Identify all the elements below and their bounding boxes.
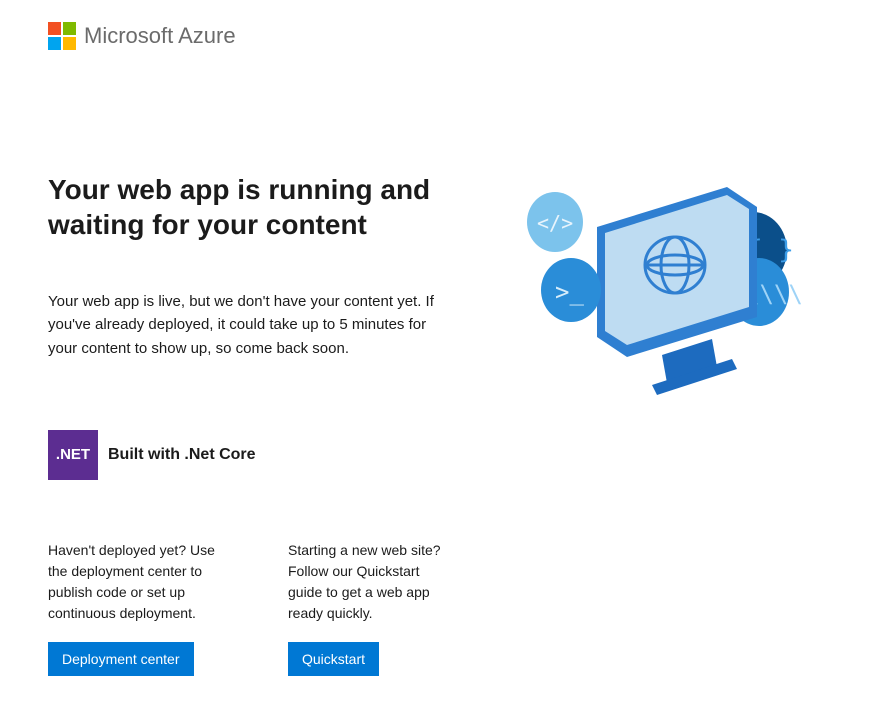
main-content: Your web app is running and waiting for … xyxy=(0,172,880,676)
dotnet-badge-icon: .NET xyxy=(48,430,98,480)
built-with-block: .NET Built with .Net Core xyxy=(48,430,452,480)
microsoft-logo-icon xyxy=(48,22,76,50)
hero-illustration: { } \\\\ xyxy=(492,172,832,676)
page-description: Your web app is live, but we don't have … xyxy=(48,290,452,360)
built-with-label: Built with .Net Core xyxy=(108,446,256,464)
header-bar: Microsoft Azure xyxy=(0,0,880,72)
deployment-card: Haven't deployed yet? Use the deployment… xyxy=(48,540,228,676)
svg-text:>_: >_ xyxy=(555,278,584,306)
quickstart-card-text: Starting a new web site? Follow our Quic… xyxy=(288,540,452,624)
brand-title: Microsoft Azure xyxy=(84,23,236,49)
svg-text:</>: </> xyxy=(537,211,573,235)
deployment-center-button[interactable]: Deployment center xyxy=(48,642,194,676)
monitor-globe-icon: { } \\\\ xyxy=(507,182,817,402)
deployment-card-text: Haven't deployed yet? Use the deployment… xyxy=(48,540,228,624)
page-title: Your web app is running and waiting for … xyxy=(48,172,452,242)
quickstart-card: Starting a new web site? Follow our Quic… xyxy=(288,540,452,676)
content-column: Your web app is running and waiting for … xyxy=(48,172,452,676)
quickstart-button[interactable]: Quickstart xyxy=(288,642,379,676)
action-cards: Haven't deployed yet? Use the deployment… xyxy=(48,540,452,676)
